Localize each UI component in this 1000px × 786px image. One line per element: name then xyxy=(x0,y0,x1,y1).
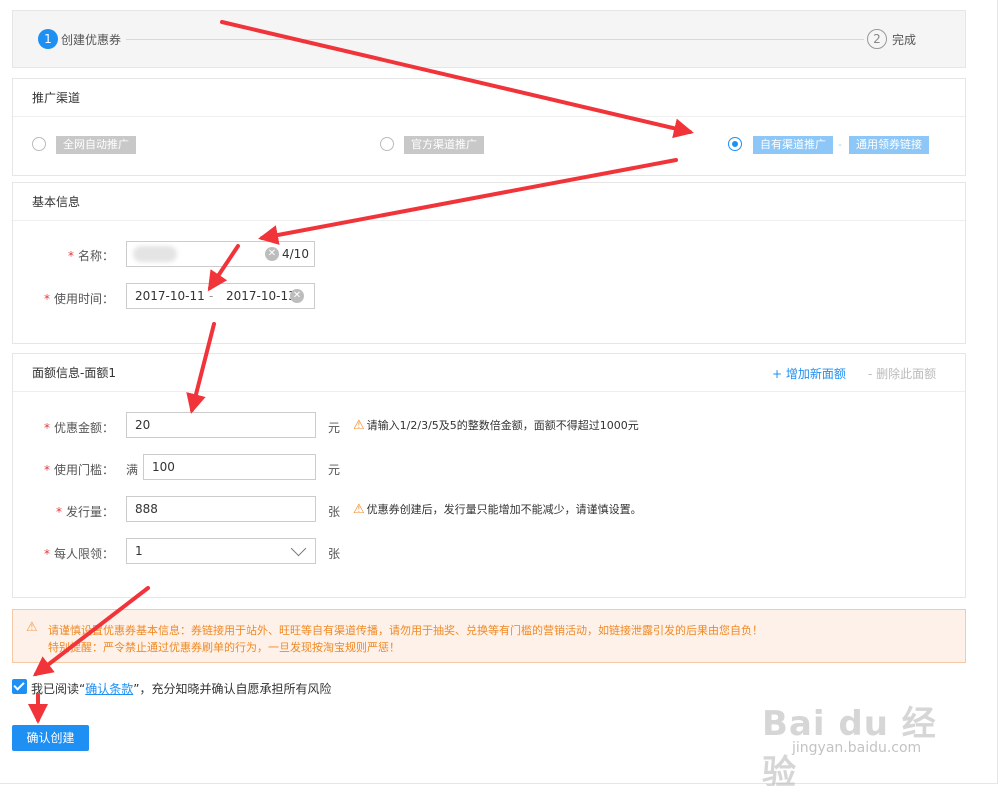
warning-icon: ⚠ xyxy=(353,502,365,517)
radio-own-channel[interactable] xyxy=(728,137,742,151)
name-label: * 名称： xyxy=(43,247,114,264)
clear-date-icon[interactable]: ✕ xyxy=(290,289,304,303)
time-label-text: 使用时间： xyxy=(53,292,114,306)
coupon-link-tag[interactable]: 通用领券链接 xyxy=(849,136,929,154)
amount-unit: 元 xyxy=(328,421,341,435)
required-mark: * xyxy=(55,505,62,519)
limit-select[interactable]: 1 xyxy=(126,538,316,564)
start-date[interactable]: 2017-10-11 xyxy=(135,289,205,303)
amount-hint-text: 请输入1/2/3/5及5的整数倍金额，面额不得超过1000元 xyxy=(366,419,639,432)
date-range-input[interactable]: 2017-10-11 - 2017-10-13 ✕ xyxy=(126,283,315,309)
required-mark: * xyxy=(43,292,50,306)
radio-official-channel[interactable] xyxy=(380,137,394,151)
auto-channel-tag[interactable]: 全网自动推广 xyxy=(56,136,136,154)
end-date[interactable]: 2017-10-13 xyxy=(226,284,296,308)
agree-checkbox[interactable] xyxy=(12,679,27,694)
agreement-prefix: 我已阅读“ xyxy=(31,682,86,696)
add-face-value-link[interactable]: + 增加新面额 xyxy=(772,365,846,382)
step2-number: 2 xyxy=(867,29,887,49)
amount-hint: ⚠ 请输入1/2/3/5及5的整数倍金额，面额不得超过1000元 xyxy=(353,417,639,433)
watermark-sub: jingyan.baidu.com xyxy=(792,740,922,756)
warning-notice: ⚠ 请谨慎设置优惠券基本信息：券链接用于站外、旺旺等自有渠道传播，请勿用于抽奖、… xyxy=(12,609,966,663)
channel-title: 推广渠道 xyxy=(13,79,965,117)
limit-unit: 张 xyxy=(328,547,341,561)
agreement-text: 我已阅读“确认条款”，充分知晓并确认自愿承担所有风险 xyxy=(31,680,331,697)
issue-unit: 张 xyxy=(328,505,341,519)
issue-label: * 发行量： xyxy=(33,503,114,520)
threshold-unit: 元 xyxy=(328,463,341,477)
name-counter: 4/10 xyxy=(282,247,309,261)
threshold-label: * 使用门槛： xyxy=(33,461,114,478)
confirm-create-button[interactable]: 确认创建 xyxy=(12,725,89,751)
step2-label: 完成 xyxy=(892,33,917,47)
baidu-watermark: Bai du 经验 jingyan.baidu.com xyxy=(762,696,952,786)
amount-label: * 优惠金额： xyxy=(33,419,114,436)
notice-line-1: 请谨慎设置优惠券基本信息：券链接用于站外、旺旺等自有渠道传播，请勿用于抽奖、兑换… xyxy=(48,624,763,637)
notice-line-2: 特别提醒：严令禁止通过优惠券刷单的行为，一旦发现按淘宝规则严惩！ xyxy=(48,641,400,654)
step-connector xyxy=(126,39,864,40)
limit-value: 1 xyxy=(135,544,143,558)
date-separator: - xyxy=(209,289,214,303)
channel-panel: 推广渠道 全网自动推广 官方渠道推广 自有渠道推广 - 通用领券链接 xyxy=(12,78,966,176)
issue-hint-text: 优惠券创建后，发行量只能增加不能减少，请谨慎设置。 xyxy=(366,503,642,516)
blurred-name-value xyxy=(133,246,177,262)
clear-icon[interactable]: ✕ xyxy=(265,247,279,261)
step1-number: 1 xyxy=(38,29,58,49)
progress-stepper: 1 创建优惠券 2 完成 xyxy=(12,10,966,68)
delete-face-value-link[interactable]: - 删除此面额 xyxy=(868,365,936,382)
threshold-prefix: 满 xyxy=(126,463,139,477)
own-channel-tag[interactable]: 自有渠道推广 xyxy=(753,136,833,154)
required-mark: * xyxy=(67,249,74,263)
required-mark: * xyxy=(43,421,50,435)
amount-label-text: 优惠金额： xyxy=(53,421,114,435)
radio-auto-channel[interactable] xyxy=(32,137,46,151)
time-label: * 使用时间： xyxy=(33,290,114,307)
issue-hint: ⚠ 优惠券创建后，发行量只能增加不能减少，请谨慎设置。 xyxy=(353,501,642,517)
threshold-label-text: 使用门槛： xyxy=(53,463,114,477)
tag-separator: - xyxy=(838,138,842,151)
limit-label-text: 每人限领： xyxy=(53,547,114,561)
amount-input[interactable]: 20 xyxy=(126,412,316,438)
threshold-input[interactable]: 100 xyxy=(143,454,316,480)
step1-label: 创建优惠券 xyxy=(61,33,122,47)
terms-link[interactable]: 确认条款 xyxy=(85,682,133,696)
name-input[interactable]: ✕ 4/10 xyxy=(126,241,315,267)
chevron-down-icon xyxy=(290,540,307,557)
official-channel-tag[interactable]: 官方渠道推广 xyxy=(404,136,484,154)
agreement-suffix: ”，充分知晓并确认自愿承担所有风险 xyxy=(133,682,332,696)
issue-input[interactable]: 888 xyxy=(126,496,316,522)
required-mark: * xyxy=(43,463,50,477)
face-value-panel: 面额信息-面额1 + 增加新面额 - 删除此面额 * 优惠金额： 20 元 ⚠ 请输… xyxy=(12,353,966,598)
warning-icon: ⚠ xyxy=(353,418,365,433)
warning-icon: ⚠ xyxy=(26,620,38,635)
issue-label-text: 发行量： xyxy=(65,505,114,519)
basic-info-title: 基本信息 xyxy=(13,183,965,221)
basic-info-panel: 基本信息 * 名称： ✕ 4/10 * 使用时间： 2017-10-11 - 201… xyxy=(12,182,966,344)
limit-label: * 每人限领： xyxy=(33,545,114,562)
required-mark: * xyxy=(43,547,50,561)
name-label-text: 名称： xyxy=(77,249,114,263)
